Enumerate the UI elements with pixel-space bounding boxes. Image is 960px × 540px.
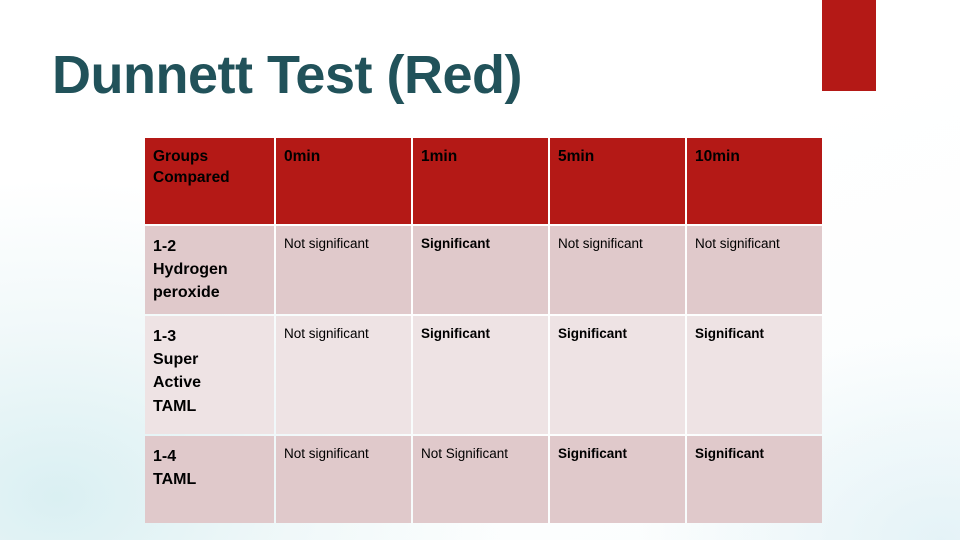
group-label-line: 1-3 xyxy=(153,328,177,345)
result-text: Not significant xyxy=(284,326,369,341)
dunnett-results-table: Groups Compared 0min 1min 5min 10min 1-2… xyxy=(143,136,824,525)
group-label-cell: 1-4 TAML xyxy=(145,436,274,523)
result-cell-10min: Not significant xyxy=(687,226,822,314)
result-text: Not significant xyxy=(284,446,369,461)
result-cell-1min: Not Significant xyxy=(413,436,548,523)
result-text: Significant xyxy=(695,446,765,461)
column-header-10min: 10min xyxy=(687,138,822,224)
result-text: Significant xyxy=(421,236,491,251)
column-header-0min: 0min xyxy=(276,138,411,224)
group-label-line: TAML xyxy=(153,471,197,489)
result-text: Not significant xyxy=(695,236,780,251)
result-text: Not significant xyxy=(558,236,643,251)
column-header-5min: 5min xyxy=(550,138,685,224)
group-label-cell: 1-2 Hydrogen peroxide xyxy=(145,226,274,314)
result-text: Significant xyxy=(558,446,628,461)
result-cell-0min: Not significant xyxy=(276,316,411,434)
table-row: 1-4 TAML Not significant Not Significant… xyxy=(145,436,822,523)
group-label-line: peroxide xyxy=(153,284,220,302)
page-title: Dunnett Test (Red) xyxy=(52,45,522,105)
group-label-line: 1-2 xyxy=(153,238,177,255)
column-header-groups-line1: Groups xyxy=(153,148,209,165)
table-row: 1-2 Hydrogen peroxide Not significant Si… xyxy=(145,226,822,314)
result-cell-5min: Not significant xyxy=(550,226,685,314)
result-cell-1min: Significant xyxy=(413,226,548,314)
group-label-line: TAML xyxy=(153,397,197,415)
result-cell-0min: Not significant xyxy=(276,436,411,523)
table-header-row: Groups Compared 0min 1min 5min 10min xyxy=(145,138,822,224)
result-cell-5min: Significant xyxy=(550,316,685,434)
result-text: Not Significant xyxy=(421,446,509,461)
result-text: Significant xyxy=(558,326,628,341)
column-header-groups-line2: Compared xyxy=(153,168,230,186)
result-cell-5min: Significant xyxy=(550,436,685,523)
column-header-groups-compared: Groups Compared xyxy=(145,138,274,224)
group-label-cell: 1-3 Super Active TAML xyxy=(145,316,274,434)
result-text: Significant xyxy=(695,326,765,341)
result-cell-1min: Significant xyxy=(413,316,548,434)
group-label-line: Active xyxy=(153,374,202,392)
column-header-1min: 1min xyxy=(413,138,548,224)
result-text: Not significant xyxy=(284,236,369,251)
result-text: Significant xyxy=(421,326,491,341)
group-label-line: Super xyxy=(153,351,199,369)
group-label-line: Hydrogen xyxy=(153,261,228,279)
result-cell-10min: Significant xyxy=(687,436,822,523)
result-cell-10min: Significant xyxy=(687,316,822,434)
result-cell-0min: Not significant xyxy=(276,226,411,314)
accent-bar-top-right xyxy=(822,0,876,91)
table-row: 1-3 Super Active TAML Not significant Si… xyxy=(145,316,822,434)
group-label-line: 1-4 xyxy=(153,448,177,465)
